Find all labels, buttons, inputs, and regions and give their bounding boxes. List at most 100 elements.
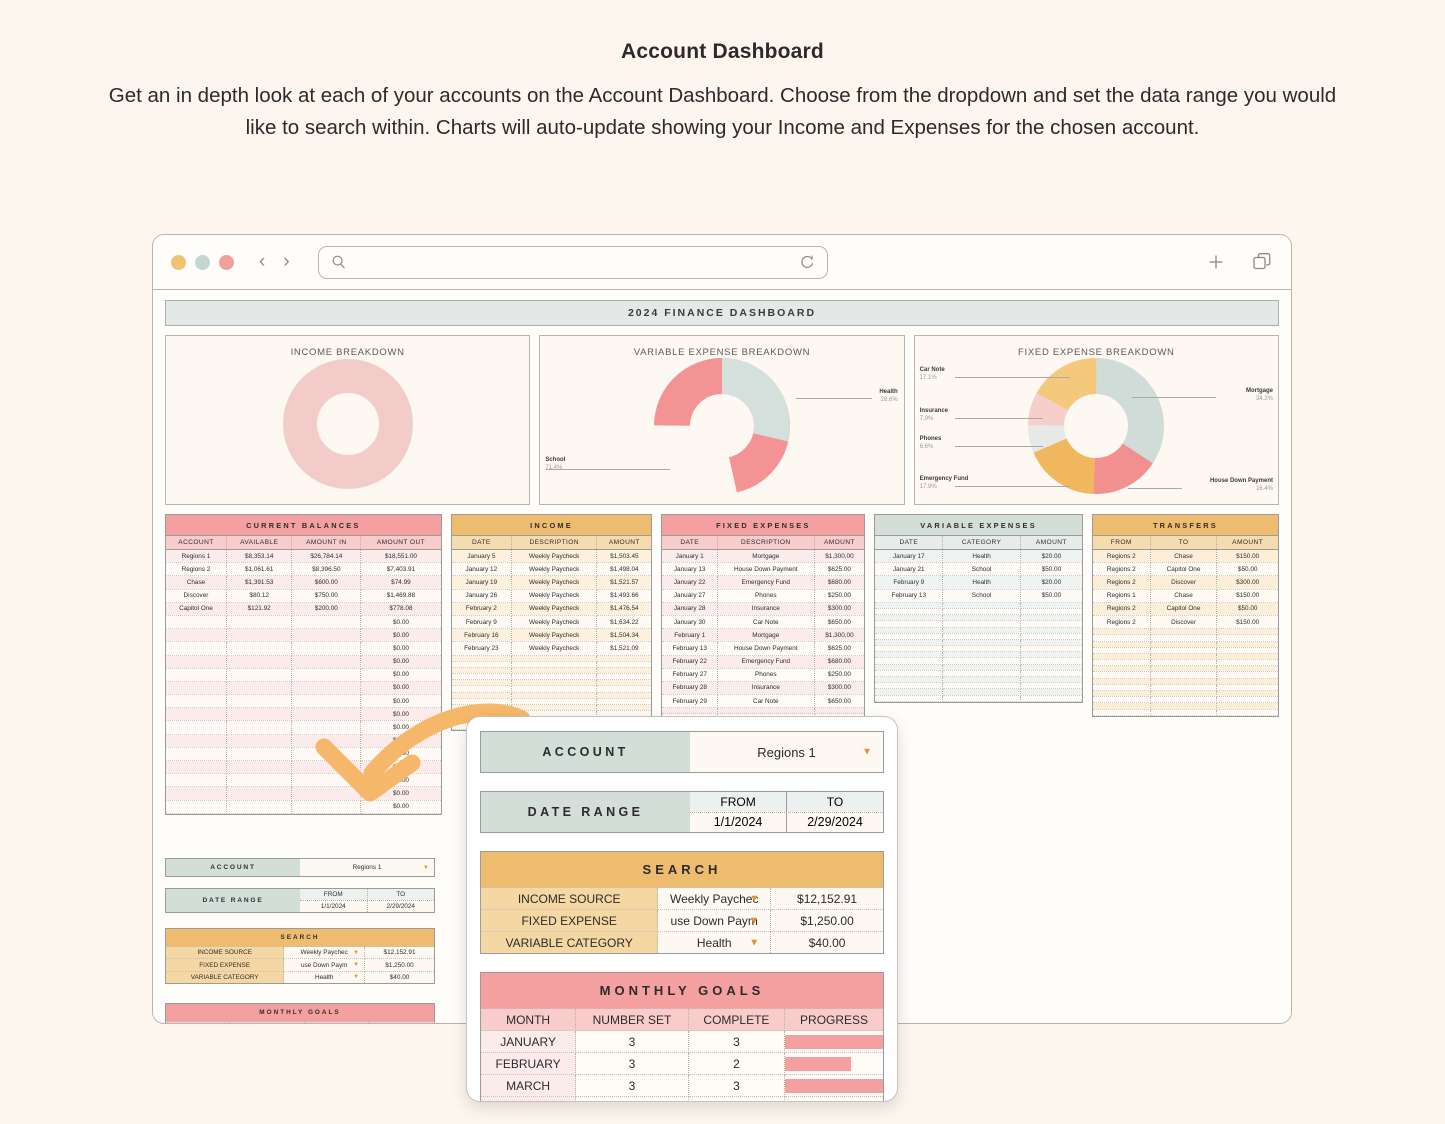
table-row[interactable]: $0.00	[166, 695, 441, 708]
table-cell[interactable]: Phones	[717, 589, 814, 602]
table-cell[interactable]	[292, 708, 361, 721]
table-row[interactable]: February 2Weekly Paycheck$1,476.54	[452, 602, 652, 615]
navigation-arrows[interactable]: ‹ ›	[259, 251, 290, 273]
table-cell[interactable]: $7,403.91	[361, 563, 441, 576]
table-cell[interactable]	[226, 668, 291, 681]
table-cell[interactable]: Mortgage	[717, 629, 814, 642]
from-value[interactable]: 1/1/2024	[690, 813, 787, 833]
table-cell[interactable]	[875, 695, 943, 701]
table-cell[interactable]: $1,469.88	[361, 589, 441, 602]
from-value[interactable]: 1/1/2024	[300, 901, 368, 912]
table-cell[interactable]: February 1	[662, 629, 717, 642]
table-cell[interactable]: House Down Payment	[717, 563, 814, 576]
table-cell[interactable]: $50.00	[1217, 563, 1278, 576]
table-row[interactable]: Regions 2Capitol One$50.00	[1093, 563, 1278, 576]
table-cell[interactable]	[292, 761, 361, 774]
table-cell[interactable]	[292, 747, 361, 760]
table-cell[interactable]	[226, 761, 291, 774]
table-row[interactable]: $0.00	[166, 681, 441, 694]
table-cell[interactable]: Regions 1	[1093, 589, 1150, 602]
table-cell[interactable]	[292, 787, 361, 800]
table-cell[interactable]	[166, 629, 226, 642]
table-cell[interactable]: $50.00	[1217, 602, 1278, 615]
table-cell[interactable]: $80.12	[226, 589, 291, 602]
table-cell[interactable]	[166, 668, 226, 681]
back-icon[interactable]: ‹	[259, 251, 265, 273]
table-row[interactable]: Capitol One$121.92$200.00$778.08	[166, 602, 441, 615]
table-cell[interactable]: February 16	[452, 629, 512, 642]
table-row[interactable]: January 22Emergency Fund$680.00	[662, 576, 864, 589]
table-cell[interactable]: Weekly Paycheck	[512, 629, 597, 642]
table-cell[interactable]: Capitol One	[166, 602, 226, 615]
income-table[interactable]: INCOME DATEDESCRIPTIONAMOUNT January 5We…	[451, 514, 653, 731]
table-cell[interactable]: January 19	[452, 576, 512, 589]
to-value[interactable]: 2/29/2024	[787, 813, 883, 833]
variable-expenses-table[interactable]: VARIABLE EXPENSES DATECATEGORYAMOUNT Jan…	[874, 514, 1083, 703]
table-cell[interactable]: $18,551.00	[361, 550, 441, 563]
table-cell[interactable]	[292, 668, 361, 681]
table-row[interactable]: January 21School$50.00	[875, 563, 1082, 576]
table-cell[interactable]: $1,634.22	[597, 615, 652, 628]
table-row[interactable]: Regions 2$1,061.61$8,396.50$7,403.91	[166, 563, 441, 576]
chevron-down-icon[interactable]: ▼	[862, 747, 872, 758]
table-cell[interactable]	[166, 708, 226, 721]
table-cell[interactable]: $74.99	[361, 576, 441, 589]
account-selector-small[interactable]: ACCOUNT Regions 1 ▼	[165, 858, 435, 877]
table-cell[interactable]: Weekly Paycheck	[512, 602, 597, 615]
table-cell[interactable]	[292, 642, 361, 655]
table-cell[interactable]: School	[943, 563, 1020, 576]
table-row[interactable]	[875, 695, 1082, 701]
table-cell[interactable]: $680.00	[814, 655, 864, 668]
table-cell[interactable]: $50.00	[1020, 563, 1082, 576]
table-row[interactable]: Regions 2Capitol One$50.00	[1093, 602, 1278, 615]
table-row[interactable]: Chase$1,391.53$600.00$74.99	[166, 576, 441, 589]
table-row[interactable]: February 16Weekly Paycheck$1,504.34	[452, 629, 652, 642]
table-cell[interactable]: January 28	[662, 602, 717, 615]
minimize-dot[interactable]	[171, 255, 186, 270]
table-cell[interactable]: February 13	[875, 589, 943, 602]
table-cell[interactable]	[292, 721, 361, 734]
table-cell[interactable]: Chase	[1150, 589, 1217, 602]
table-cell[interactable]	[226, 774, 291, 787]
table-cell[interactable]: Car Note	[717, 615, 814, 628]
table-row[interactable]: $0.00	[166, 629, 441, 642]
table-cell[interactable]: February 27	[662, 668, 717, 681]
table-row[interactable]: $0.00	[166, 800, 441, 813]
table-cell[interactable]: Health	[943, 576, 1020, 589]
table-cell[interactable]: $8,353.14	[226, 550, 291, 563]
table-cell[interactable]: Regions 1	[166, 550, 226, 563]
table-cell[interactable]: January 21	[875, 563, 943, 576]
table-cell[interactable]	[1093, 709, 1150, 715]
table-cell[interactable]	[226, 721, 291, 734]
table-cell[interactable]: $0.00	[361, 642, 441, 655]
close-dot[interactable]	[219, 255, 234, 270]
table-cell[interactable]: $1,493.66	[597, 589, 652, 602]
table-cell[interactable]: January 1	[662, 550, 717, 563]
variable-category-select[interactable]: Health▼	[658, 932, 771, 954]
table-cell[interactable]	[166, 655, 226, 668]
table-cell[interactable]	[226, 734, 291, 747]
table-row[interactable]: February 23Weekly Paycheck$1,521.09	[452, 642, 652, 655]
search-panel[interactable]: SEARCH INCOME SOURCE Weekly Paychec▼ $12…	[480, 851, 884, 954]
table-row[interactable]: Discover$80.12$750.00$1,469.88	[166, 589, 441, 602]
table-cell[interactable]: $0.00	[361, 734, 441, 747]
chevron-down-icon[interactable]: ▼	[423, 865, 429, 871]
table-cell[interactable]: $300.00	[1217, 576, 1278, 589]
table-cell[interactable]: $680.00	[814, 576, 864, 589]
table-row[interactable]: January 27Phones$250.00	[662, 589, 864, 602]
table-cell[interactable]: $1,061.61	[226, 563, 291, 576]
account-selector[interactable]: ACCOUNT Regions 1 ▼	[480, 731, 884, 773]
table-cell[interactable]: February 29	[662, 695, 717, 708]
table-cell[interactable]: $20.00	[1020, 550, 1082, 563]
table-row[interactable]: January 13House Down Payment$625.00	[662, 563, 864, 576]
table-cell[interactable]: Discover	[1150, 615, 1217, 628]
table-cell[interactable]: $150.00	[1217, 550, 1278, 563]
table-row[interactable]: January 12Weekly Paycheck$1,498.04	[452, 563, 652, 576]
table-cell[interactable]: $1,503.45	[597, 550, 652, 563]
table-cell[interactable]: $0.00	[361, 655, 441, 668]
table-cell[interactable]	[1217, 709, 1278, 715]
table-cell[interactable]: $1,300.00	[814, 550, 864, 563]
table-cell[interactable]: Discover	[1150, 576, 1217, 589]
table-row[interactable]: February 29Car Note$650.00	[662, 695, 864, 708]
table-cell[interactable]	[166, 800, 226, 813]
